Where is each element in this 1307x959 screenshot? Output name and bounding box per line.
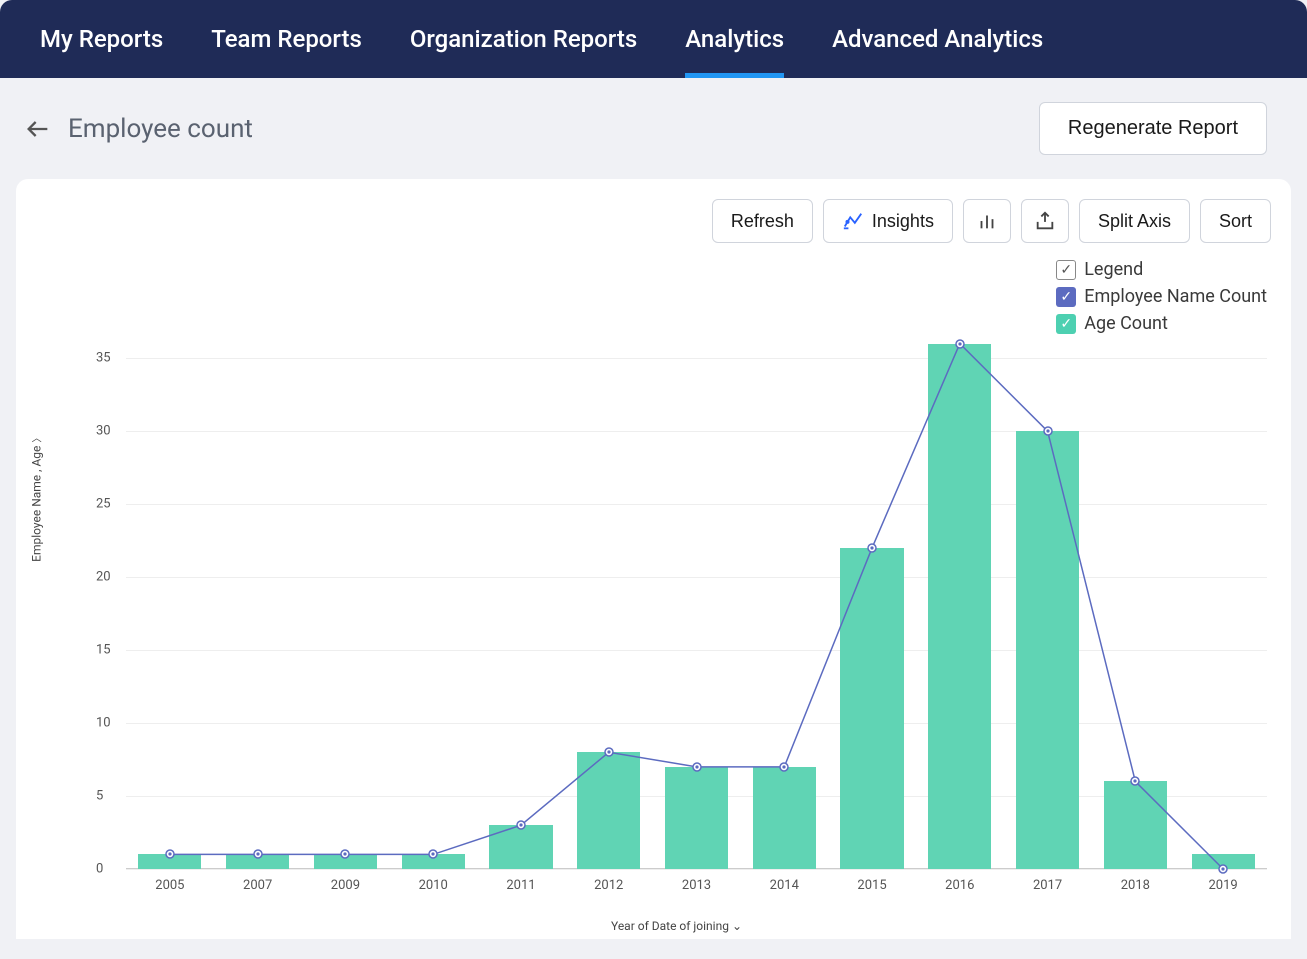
x-axis-label: Year of Date of joining ⌄: [611, 919, 742, 933]
sort-button[interactable]: Sort: [1200, 199, 1271, 243]
line-point[interactable]: [779, 762, 789, 772]
x-tick-label: 2005: [155, 878, 184, 893]
y-tick-label: 15: [96, 643, 111, 658]
nav-tab-advanced-analytics[interactable]: Advanced Analytics: [832, 0, 1043, 78]
line-point[interactable]: [253, 849, 263, 859]
y-axis-label: Employee Name , Age 〉: [29, 433, 44, 562]
legend-swatch-icon: ✓: [1056, 287, 1076, 307]
insights-button[interactable]: Insights: [823, 199, 953, 243]
line-point[interactable]: [1218, 864, 1228, 874]
x-tick-label: 2009: [331, 878, 360, 893]
chart-area: Employee Name , Age 〉 Year of Date of jo…: [86, 329, 1267, 909]
x-tick-label: 2015: [857, 878, 886, 893]
insights-icon: [842, 210, 864, 232]
line-series: [126, 329, 1267, 869]
y-tick-label: 0: [96, 862, 103, 877]
chart-type-button[interactable]: [963, 199, 1011, 243]
refresh-button[interactable]: Refresh: [712, 199, 813, 243]
x-tick-label: 2011: [506, 878, 535, 893]
insights-label: Insights: [872, 211, 934, 232]
x-tick-label: 2007: [243, 878, 272, 893]
grid-line: [126, 869, 1267, 870]
x-tick-label: 2019: [1208, 878, 1237, 893]
line-point[interactable]: [340, 849, 350, 859]
line-point[interactable]: [516, 820, 526, 830]
bar-chart-icon: [976, 210, 998, 232]
regenerate-report-button[interactable]: Regenerate Report: [1039, 102, 1267, 155]
y-tick-label: 30: [96, 424, 111, 439]
y-tick-label: 35: [96, 351, 111, 366]
line-point[interactable]: [692, 762, 702, 772]
line-point[interactable]: [955, 339, 965, 349]
line-point[interactable]: [428, 849, 438, 859]
y-tick-label: 25: [96, 497, 111, 512]
split-axis-button[interactable]: Split Axis: [1079, 199, 1190, 243]
page-title: Employee count: [68, 114, 253, 144]
chart-legend: ✓ Legend ✓ Employee Name Count ✓ Age Cou…: [1056, 259, 1267, 340]
legend-title-row[interactable]: ✓ Legend: [1056, 259, 1267, 280]
nav-tab-organization-reports[interactable]: Organization Reports: [410, 0, 637, 78]
x-tick-label: 2017: [1033, 878, 1062, 893]
nav-tab-team-reports[interactable]: Team Reports: [211, 0, 362, 78]
line-point[interactable]: [165, 849, 175, 859]
x-tick-label: 2016: [945, 878, 974, 893]
legend-title: Legend: [1084, 259, 1143, 280]
y-tick-label: 10: [96, 716, 111, 731]
legend-item-label: Employee Name Count: [1084, 286, 1267, 307]
x-tick-label: 2012: [594, 878, 623, 893]
x-tick-label: 2010: [419, 878, 448, 893]
nav-tab-my-reports[interactable]: My Reports: [40, 0, 163, 78]
back-arrow-icon[interactable]: [24, 115, 52, 143]
x-tick-label: 2013: [682, 878, 711, 893]
line-point[interactable]: [1130, 776, 1140, 786]
line-point[interactable]: [1043, 426, 1053, 436]
chart-toolbar: Refresh Insights Split Axis Sort: [36, 199, 1271, 243]
x-tick-label: 2018: [1121, 878, 1150, 893]
legend-toggle-icon: ✓: [1056, 260, 1076, 280]
chart-plot[interactable]: 0510152025303520052007200920102011201220…: [126, 329, 1267, 869]
y-tick-label: 5: [96, 789, 103, 804]
top-nav: My Reports Team Reports Organization Repor…: [0, 0, 1307, 78]
line-point[interactable]: [867, 543, 877, 553]
nav-tab-analytics[interactable]: Analytics: [685, 0, 784, 78]
chart-card: Refresh Insights Split Axis Sort ✓ Legen…: [16, 179, 1291, 939]
export-button[interactable]: [1021, 199, 1069, 243]
y-tick-label: 20: [96, 570, 111, 585]
page-subheader: Employee count Regenerate Report: [0, 78, 1307, 179]
x-tick-label: 2014: [770, 878, 799, 893]
line-point[interactable]: [604, 747, 614, 757]
export-icon: [1034, 210, 1056, 232]
axis-arrow-icon: 〉: [33, 433, 44, 443]
chevron-down-icon: ⌄: [732, 919, 742, 933]
legend-item-employee-name-count[interactable]: ✓ Employee Name Count: [1056, 286, 1267, 307]
